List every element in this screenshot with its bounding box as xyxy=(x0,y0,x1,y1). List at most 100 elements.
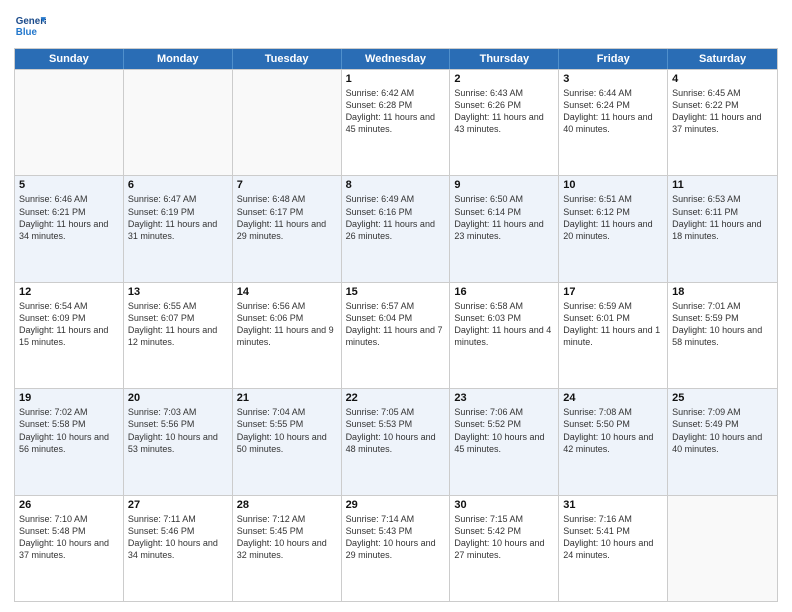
day-info: Sunrise: 6:53 AM Sunset: 6:11 PM Dayligh… xyxy=(672,193,773,242)
day-info: Sunrise: 7:06 AM Sunset: 5:52 PM Dayligh… xyxy=(454,406,554,455)
calendar-cell: 6 Sunrise: 6:47 AM Sunset: 6:19 PM Daylig… xyxy=(124,176,233,281)
day-number: 10 xyxy=(563,179,663,191)
calendar-cell: 15 Sunrise: 6:57 AM Sunset: 6:04 PM Dayli… xyxy=(342,283,451,388)
day-number: 30 xyxy=(454,499,554,511)
calendar-cell: 12Sunrise: 6:54 AM Sunset: 6:09 PM Dayli… xyxy=(15,283,124,388)
svg-text:Blue: Blue xyxy=(16,27,38,38)
day-number: 22 xyxy=(346,392,446,404)
header-day-monday: Monday xyxy=(124,49,233,69)
day-info: Sunrise: 7:12 AM Sunset: 5:45 PM Dayligh… xyxy=(237,513,337,562)
calendar-cell: 27 Sunrise: 7:11 AM Sunset: 5:46 PM Dayli… xyxy=(124,496,233,601)
day-number: 7 xyxy=(237,179,337,191)
day-number: 27 xyxy=(128,499,228,511)
day-info: Sunrise: 7:09 AM Sunset: 5:49 PM Dayligh… xyxy=(672,406,773,455)
day-number: 14 xyxy=(237,286,337,298)
calendar-cell: 21 Sunrise: 7:04 AM Sunset: 5:55 PM Dayli… xyxy=(233,389,342,494)
calendar-cell: 3Sunrise: 6:44 AM Sunset: 6:24 PM Daylig… xyxy=(559,70,668,175)
calendar-week-5: 26 Sunrise: 7:10 AM Sunset: 5:48 PM Dayli… xyxy=(15,495,777,601)
day-number: 24 xyxy=(563,392,663,404)
day-info: Sunrise: 7:02 AM Sunset: 5:58 PM Dayligh… xyxy=(19,406,119,455)
calendar: SundayMondayTuesdayWednesdayThursdayFrid… xyxy=(14,48,778,602)
day-info: Sunrise: 6:56 AM Sunset: 6:06 PM Dayligh… xyxy=(237,300,337,349)
calendar-cell: 9 Sunrise: 6:50 AM Sunset: 6:14 PM Daylig… xyxy=(450,176,559,281)
calendar-cell xyxy=(668,496,777,601)
calendar-cell: 30 Sunrise: 7:15 AM Sunset: 5:42 PM Dayli… xyxy=(450,496,559,601)
header-day-sunday: Sunday xyxy=(15,49,124,69)
day-info: Sunrise: 6:55 AM Sunset: 6:07 PM Dayligh… xyxy=(128,300,228,349)
calendar-week-4: 19 Sunrise: 7:02 AM Sunset: 5:58 PM Dayli… xyxy=(15,388,777,494)
day-info: Sunrise: 6:50 AM Sunset: 6:14 PM Dayligh… xyxy=(454,193,554,242)
day-number: 2 xyxy=(454,73,554,85)
day-number: 23 xyxy=(454,392,554,404)
calendar-cell: 18 Sunrise: 7:01 AM Sunset: 5:59 PM Dayli… xyxy=(668,283,777,388)
header-day-wednesday: Wednesday xyxy=(342,49,451,69)
header-day-tuesday: Tuesday xyxy=(233,49,342,69)
calendar-cell: 28 Sunrise: 7:12 AM Sunset: 5:45 PM Dayli… xyxy=(233,496,342,601)
calendar-cell: 25Sunrise: 7:09 AM Sunset: 5:49 PM Dayli… xyxy=(668,389,777,494)
day-number: 29 xyxy=(346,499,446,511)
day-number: 18 xyxy=(672,286,773,298)
calendar-cell: 23 Sunrise: 7:06 AM Sunset: 5:52 PM Dayli… xyxy=(450,389,559,494)
day-number: 28 xyxy=(237,499,337,511)
day-info: Sunrise: 7:11 AM Sunset: 5:46 PM Dayligh… xyxy=(128,513,228,562)
day-number: 17 xyxy=(563,286,663,298)
day-info: Sunrise: 7:03 AM Sunset: 5:56 PM Dayligh… xyxy=(128,406,228,455)
calendar-cell: 7Sunrise: 6:48 AM Sunset: 6:17 PM Daylig… xyxy=(233,176,342,281)
day-info: Sunrise: 6:44 AM Sunset: 6:24 PM Dayligh… xyxy=(563,87,663,136)
calendar-week-2: 5 Sunrise: 6:46 AM Sunset: 6:21 PM Daylig… xyxy=(15,175,777,281)
day-info: Sunrise: 6:47 AM Sunset: 6:19 PM Dayligh… xyxy=(128,193,228,242)
calendar-cell: 19 Sunrise: 7:02 AM Sunset: 5:58 PM Dayli… xyxy=(15,389,124,494)
day-number: 12 xyxy=(19,286,119,298)
day-number: 16 xyxy=(454,286,554,298)
day-number: 21 xyxy=(237,392,337,404)
calendar-cell: 13 Sunrise: 6:55 AM Sunset: 6:07 PM Dayli… xyxy=(124,283,233,388)
calendar-body: 1 Sunrise: 6:42 AM Sunset: 6:28 PM Daylig… xyxy=(15,69,777,601)
day-number: 13 xyxy=(128,286,228,298)
calendar-cell: 11Sunrise: 6:53 AM Sunset: 6:11 PM Dayli… xyxy=(668,176,777,281)
day-number: 19 xyxy=(19,392,119,404)
day-info: Sunrise: 7:08 AM Sunset: 5:50 PM Dayligh… xyxy=(563,406,663,455)
day-number: 31 xyxy=(563,499,663,511)
day-info: Sunrise: 6:42 AM Sunset: 6:28 PM Dayligh… xyxy=(346,87,446,136)
day-info: Sunrise: 7:01 AM Sunset: 5:59 PM Dayligh… xyxy=(672,300,773,349)
logo: General Blue xyxy=(14,10,46,42)
day-number: 20 xyxy=(128,392,228,404)
day-info: Sunrise: 6:45 AM Sunset: 6:22 PM Dayligh… xyxy=(672,87,773,136)
calendar-header: SundayMondayTuesdayWednesdayThursdayFrid… xyxy=(15,49,777,69)
calendar-cell xyxy=(124,70,233,175)
calendar-cell: 17Sunrise: 6:59 AM Sunset: 6:01 PM Dayli… xyxy=(559,283,668,388)
calendar-cell: 2 Sunrise: 6:43 AM Sunset: 6:26 PM Daylig… xyxy=(450,70,559,175)
day-info: Sunrise: 7:14 AM Sunset: 5:43 PM Dayligh… xyxy=(346,513,446,562)
day-number: 1 xyxy=(346,73,446,85)
calendar-cell: 4 Sunrise: 6:45 AM Sunset: 6:22 PM Daylig… xyxy=(668,70,777,175)
day-info: Sunrise: 6:51 AM Sunset: 6:12 PM Dayligh… xyxy=(563,193,663,242)
calendar-cell: 16Sunrise: 6:58 AM Sunset: 6:03 PM Dayli… xyxy=(450,283,559,388)
day-number: 26 xyxy=(19,499,119,511)
day-info: Sunrise: 6:49 AM Sunset: 6:16 PM Dayligh… xyxy=(346,193,446,242)
logo-icon: General Blue xyxy=(14,10,46,42)
calendar-week-3: 12Sunrise: 6:54 AM Sunset: 6:09 PM Dayli… xyxy=(15,282,777,388)
calendar-cell: 1 Sunrise: 6:42 AM Sunset: 6:28 PM Daylig… xyxy=(342,70,451,175)
day-number: 15 xyxy=(346,286,446,298)
day-info: Sunrise: 7:10 AM Sunset: 5:48 PM Dayligh… xyxy=(19,513,119,562)
day-number: 4 xyxy=(672,73,773,85)
calendar-cell: 22 Sunrise: 7:05 AM Sunset: 5:53 PM Dayli… xyxy=(342,389,451,494)
day-number: 8 xyxy=(346,179,446,191)
calendar-page: General Blue SundayMondayTuesdayWednesda… xyxy=(0,0,792,612)
calendar-week-1: 1 Sunrise: 6:42 AM Sunset: 6:28 PM Daylig… xyxy=(15,69,777,175)
calendar-cell: 14 Sunrise: 6:56 AM Sunset: 6:06 PM Dayli… xyxy=(233,283,342,388)
day-number: 6 xyxy=(128,179,228,191)
day-info: Sunrise: 6:43 AM Sunset: 6:26 PM Dayligh… xyxy=(454,87,554,136)
day-number: 9 xyxy=(454,179,554,191)
day-info: Sunrise: 7:16 AM Sunset: 5:41 PM Dayligh… xyxy=(563,513,663,562)
calendar-cell: 29 Sunrise: 7:14 AM Sunset: 5:43 PM Dayli… xyxy=(342,496,451,601)
day-info: Sunrise: 6:57 AM Sunset: 6:04 PM Dayligh… xyxy=(346,300,446,349)
calendar-cell: 26 Sunrise: 7:10 AM Sunset: 5:48 PM Dayli… xyxy=(15,496,124,601)
day-info: Sunrise: 7:15 AM Sunset: 5:42 PM Dayligh… xyxy=(454,513,554,562)
day-info: Sunrise: 7:04 AM Sunset: 5:55 PM Dayligh… xyxy=(237,406,337,455)
day-info: Sunrise: 7:05 AM Sunset: 5:53 PM Dayligh… xyxy=(346,406,446,455)
header-day-thursday: Thursday xyxy=(450,49,559,69)
day-number: 5 xyxy=(19,179,119,191)
calendar-cell: 24 Sunrise: 7:08 AM Sunset: 5:50 PM Dayli… xyxy=(559,389,668,494)
day-info: Sunrise: 6:46 AM Sunset: 6:21 PM Dayligh… xyxy=(19,193,119,242)
